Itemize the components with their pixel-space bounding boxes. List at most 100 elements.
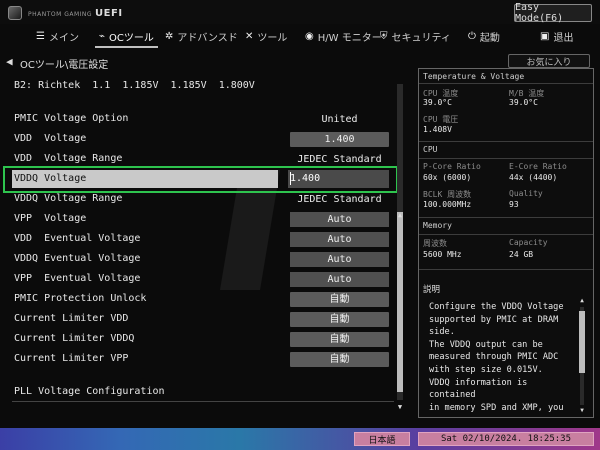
- tab-label: ツール: [257, 32, 288, 44]
- setting-value[interactable]: 自動: [290, 312, 389, 327]
- tab-tool[interactable]: ✕ ツール: [245, 26, 287, 46]
- tab-label: セキュリティ: [391, 32, 451, 44]
- phantom-gaming-logo-icon: [8, 6, 22, 20]
- star-icon: ✲: [165, 30, 174, 42]
- description-box: Configure the VDDQ Voltage supported by …: [423, 297, 571, 415]
- settings-list: B2: Richtek 1.1 1.185V 1.185V 1.800V PMI…: [0, 72, 410, 422]
- cpu-voltage-value: 1.408V: [423, 125, 452, 134]
- back-arrow-icon[interactable]: ◀: [6, 55, 13, 68]
- setting-label: VPP Voltage: [14, 213, 87, 224]
- list-item[interactable]: PLL Voltage Configuration: [0, 382, 398, 402]
- scrollbar-thumb[interactable]: [579, 311, 585, 373]
- mem-frequency-value: 5600 MHz: [423, 250, 462, 259]
- setting-label: VDD Voltage Range: [14, 153, 123, 164]
- tab-label: 退出: [553, 32, 574, 44]
- list-item[interactable]: VDD Eventual Voltage Auto: [0, 229, 398, 249]
- list-item[interactable]: PMIC Voltage Option United: [0, 109, 398, 129]
- list-item[interactable]: Current Limiter VPP 自動: [0, 349, 398, 369]
- list-item[interactable]: PMIC Protection Unlock 自動: [0, 289, 398, 309]
- setting-value[interactable]: Auto: [290, 252, 389, 267]
- tab-boot[interactable]: ⏻ 起動: [468, 26, 500, 46]
- tool-icon: ✕: [245, 30, 254, 42]
- list-item: B2: Richtek 1.1 1.185V 1.185V 1.800V: [0, 76, 398, 96]
- setting-value[interactable]: JEDEC Standard: [290, 152, 389, 167]
- favorites-button[interactable]: お気に入り: [508, 54, 590, 68]
- tab-oc-tool[interactable]: ⌁ OCツール: [95, 26, 158, 48]
- tab-label: アドバンスド: [177, 32, 238, 44]
- setting-label: VDDQ Voltage Range: [14, 193, 123, 204]
- setting-value[interactable]: United: [290, 112, 389, 127]
- setting-label: VDD Voltage: [14, 133, 87, 144]
- mb-temp-value: 39.0°C: [509, 98, 538, 107]
- temp-voltage-header: Temperature & Voltage: [423, 72, 525, 81]
- divider: [419, 141, 593, 142]
- divider: [419, 234, 593, 235]
- list-item[interactable]: Current Limiter VDD 自動: [0, 309, 398, 329]
- setting-label: VDDQ Voltage: [14, 173, 87, 184]
- tab-exit[interactable]: ▣ 退出: [540, 26, 573, 46]
- setting-label: B2: Richtek 1.1 1.185V 1.185V 1.800V: [14, 80, 255, 91]
- info-panel: Temperature & Voltage CPU 温度 39.0°C M/B …: [418, 68, 594, 418]
- memory-header: Memory: [423, 221, 452, 230]
- scrollbar-thumb[interactable]: [397, 212, 403, 392]
- divider: [419, 158, 593, 159]
- setting-label: Current Limiter VDD: [14, 313, 129, 324]
- setting-value[interactable]: Auto: [290, 272, 389, 287]
- bclk-value: 100.000MHz: [423, 200, 472, 209]
- setting-label: PMIC Voltage Option: [14, 113, 129, 124]
- list-item[interactable]: VDD Voltage Range JEDEC Standard: [0, 149, 398, 169]
- pcore-ratio-label: P-Core Ratio: [423, 162, 481, 171]
- text-caret: [290, 172, 291, 185]
- menu-icon: ☰: [36, 30, 45, 42]
- scroll-up-icon[interactable]: ▲: [577, 297, 587, 305]
- scroll-down-icon[interactable]: ▼: [395, 402, 405, 412]
- list-item[interactable]: VPP Voltage Auto: [0, 209, 398, 229]
- setting-value[interactable]: Auto: [290, 212, 389, 227]
- description-scrollbar[interactable]: ▲ ▼: [577, 297, 587, 415]
- tab-advanced[interactable]: ✲ アドバンスド: [165, 26, 238, 46]
- tab-main[interactable]: ☰ メイン: [36, 26, 79, 46]
- divider: [12, 401, 394, 402]
- ecore-ratio-label: E-Core Ratio: [509, 162, 567, 171]
- logo-text: PHANTOM GAMING UEFI: [28, 8, 123, 19]
- scroll-down-icon[interactable]: ▼: [577, 407, 587, 415]
- setting-value[interactable]: 1.400: [290, 132, 389, 147]
- settings-scrollbar[interactable]: ▲ ▼: [395, 72, 405, 412]
- list-item-selected[interactable]: VDDQ Voltage 1.400: [0, 169, 398, 189]
- logo-small-text: PHANTOM GAMING: [28, 10, 93, 18]
- setting-label: VDDQ Eventual Voltage: [14, 253, 141, 264]
- list-item[interactable]: VPP Eventual Voltage Auto: [0, 269, 398, 289]
- scroll-up-icon[interactable]: ▲: [395, 210, 405, 220]
- setting-label: VPP Eventual Voltage: [14, 273, 141, 284]
- tab-label: OCツール: [109, 32, 154, 44]
- description-title: 説明: [423, 285, 441, 295]
- setting-value[interactable]: 自動: [290, 332, 389, 347]
- list-item[interactable]: VDDQ Voltage Range JEDEC Standard: [0, 189, 398, 209]
- setting-value[interactable]: 自動: [290, 292, 389, 307]
- ecore-ratio-value: 44x (4400): [509, 173, 558, 182]
- setting-label: PMIC Protection Unlock: [14, 293, 147, 304]
- language-button[interactable]: 日本語: [354, 432, 410, 446]
- divider: [419, 269, 593, 270]
- mem-frequency-label: 周波数: [423, 239, 447, 248]
- setting-label: Current Limiter VDDQ: [14, 333, 135, 344]
- easy-mode-button[interactable]: Easy Mode(F6): [514, 2, 592, 24]
- logo-uefi-text: UEFI: [95, 7, 123, 19]
- tab-hw-monitor[interactable]: ◉ H/W モニター: [305, 26, 382, 46]
- list-item[interactable]: Current Limiter VDDQ 自動: [0, 329, 398, 349]
- exit-icon: ▣: [540, 30, 550, 42]
- tab-security[interactable]: ⛨ セキュリティ: [380, 26, 451, 46]
- quality-label: Quality: [509, 189, 543, 198]
- setting-value[interactable]: Auto: [290, 232, 389, 247]
- list-item[interactable]: VDD Voltage 1.400: [0, 129, 398, 149]
- mem-capacity-value: 24 GB: [509, 250, 534, 259]
- divider: [419, 217, 593, 218]
- list-item[interactable]: VDDQ Eventual Voltage Auto: [0, 249, 398, 269]
- setting-value[interactable]: 自動: [290, 352, 389, 367]
- cpu-voltage-label: CPU 電圧: [423, 115, 459, 124]
- monitor-icon: ◉: [305, 30, 314, 42]
- vddq-voltage-input[interactable]: 1.400: [288, 170, 389, 188]
- bclk-label: BCLK 周波数: [423, 190, 472, 199]
- setting-value[interactable]: JEDEC Standard: [290, 192, 389, 207]
- cpu-header: CPU: [423, 145, 438, 154]
